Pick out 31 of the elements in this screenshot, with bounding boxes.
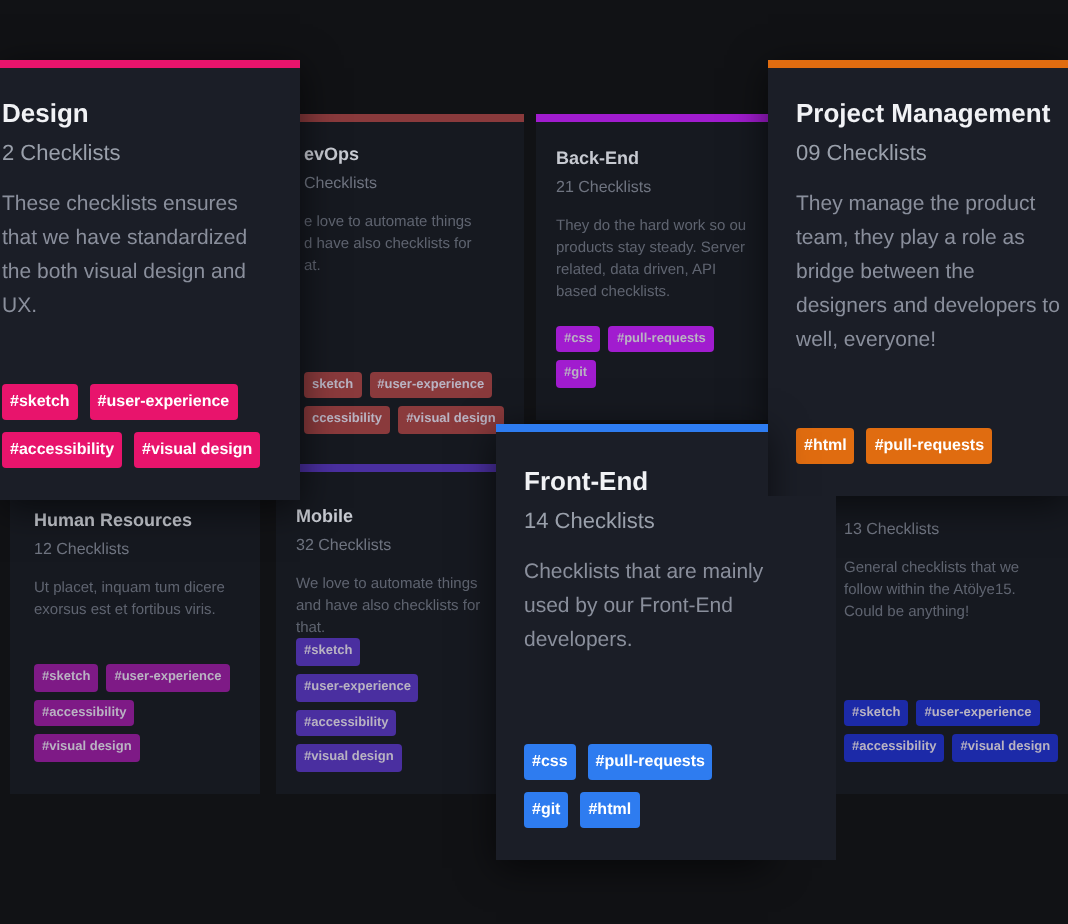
tag[interactable]: #user-experience (89, 384, 238, 420)
checklist-card[interactable]: Front-End 14 Checklists Checklists that are mainly used by our Front-End developers. #css #pull-requests #git #html (496, 424, 768, 860)
checklist-count: 2 Checklists (2, 140, 123, 168)
card-title: Project Management (796, 96, 1053, 132)
tag[interactable]: #html (796, 428, 855, 464)
checklist-count: Checklists (304, 172, 379, 194)
checklist-count: 12 Checklists (34, 538, 132, 560)
tag[interactable]: #pull-requests (587, 744, 713, 780)
tag[interactable]: #html (580, 792, 640, 828)
checklist-card[interactable]: Project Management 09 Checklists They manage the product team, they play a role as bridge between the designers and developers to well, everyone! #html #pull-requests (768, 60, 1068, 496)
checklist-count: 21 Checklists (556, 176, 654, 198)
checklist-count: 14 Checklists (524, 508, 657, 536)
card-description: These checklists ensures that we have standardized the both visual design and UX. (2, 190, 250, 322)
checklist-count: 13 Checklists (844, 518, 942, 540)
tag[interactable]: #git (524, 792, 569, 828)
card-description: Checklists that are mainly used by our Front-End developers. (524, 558, 760, 656)
checklist-count: 32 Checklists (296, 534, 394, 556)
tag[interactable]: #css (524, 744, 576, 780)
tag[interactable]: #visual design (134, 432, 261, 468)
checklist-count: 09 Checklists (796, 140, 929, 168)
card-title: Mobile (296, 504, 355, 528)
card-title: Design (2, 96, 91, 132)
tag[interactable]: #sketch (2, 384, 78, 420)
card-description: They manage the product team, they play a role as bridge between the designers and developers to well, everyone! (796, 190, 1060, 356)
checklist-card[interactable]: Design 2 Checklists These checklists ensures that we have standardized the both visual design and UX. #sketch #user-experience #accessibility #visual design (0, 60, 300, 500)
card-title: evOps (304, 142, 362, 166)
card-title: Front-End (524, 464, 651, 500)
tag[interactable]: #accessibility (2, 432, 123, 468)
card-title: Human Resources (34, 508, 195, 532)
card-title: Back-End (556, 146, 642, 170)
tag[interactable]: #pull-requests (866, 428, 993, 464)
